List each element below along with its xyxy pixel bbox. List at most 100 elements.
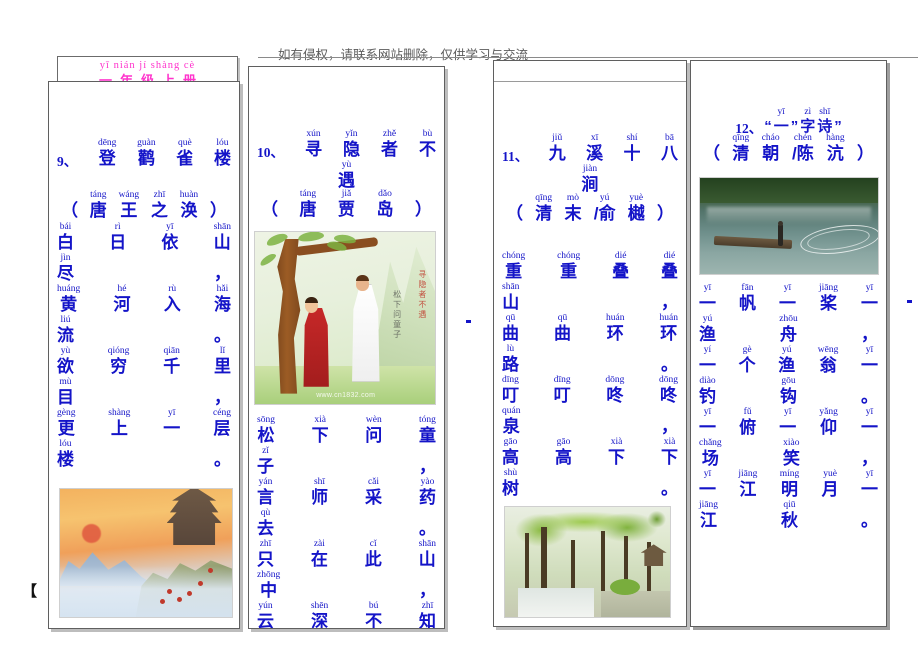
pinyin: jìn bbox=[60, 253, 71, 263]
pinyin: yī bbox=[865, 469, 874, 479]
pinyin: bái bbox=[59, 222, 72, 232]
ruby-char: zài 在 bbox=[311, 539, 328, 569]
hanzi: 一 bbox=[163, 419, 181, 438]
static-glyph: 。 bbox=[214, 450, 231, 469]
hanzi: 层 bbox=[213, 419, 231, 438]
pinyin: yù bbox=[341, 160, 352, 170]
ruby-char: yán 言 bbox=[257, 477, 274, 507]
pinyin: fǔ bbox=[743, 407, 752, 417]
hanzi: 月 bbox=[821, 480, 839, 499]
ruby-char: yuè 月 bbox=[822, 469, 839, 499]
ruby-char: dōng 咚 bbox=[605, 375, 624, 405]
hanzi: 岛 bbox=[376, 200, 394, 219]
ruby-char: mù 目 bbox=[57, 377, 74, 407]
hanzi: 叠 bbox=[660, 262, 678, 281]
hanzi: 沆 bbox=[826, 144, 844, 163]
ruby-char: gōu 钩 bbox=[780, 376, 797, 406]
poem-1-verse-block: bái 白 rì 日 yī 依 shān 山 jìn 尽， huáng 黄 hé 河 rù 入 hǎi 海 liú 流… bbox=[51, 222, 237, 470]
hanzi: 贾 bbox=[338, 200, 355, 219]
ruby-char: dǎo 岛 bbox=[377, 189, 394, 219]
hanzi: 秋 bbox=[781, 511, 798, 530]
ruby-char: chén/陈 bbox=[792, 133, 814, 163]
hanzi: 场 bbox=[701, 449, 719, 468]
ruby-char: hàng 沆 bbox=[826, 133, 844, 163]
pinyin: táng bbox=[299, 189, 317, 199]
hanzi: 问 bbox=[365, 426, 383, 445]
blue-tick-right bbox=[907, 300, 912, 303]
hanzi: 松 bbox=[257, 426, 275, 445]
poem-title-line: yù 遇 bbox=[257, 160, 436, 190]
ruby-char: lǐ 里 bbox=[214, 346, 231, 376]
pinyin: chén bbox=[793, 133, 812, 143]
pinyin: xún bbox=[306, 129, 321, 139]
static-glyph: 。 bbox=[661, 479, 678, 498]
hanzi: 下 bbox=[608, 448, 625, 467]
verse-line: yù 欲 qióng 穷 qiān 千 lǐ 里 bbox=[57, 346, 231, 376]
hanzi: 流 bbox=[57, 326, 74, 345]
ruby-char: dié 叠 bbox=[661, 251, 678, 281]
ruby-char: yī 一 bbox=[861, 469, 878, 499]
ruby-char: dōng 咚 bbox=[659, 375, 678, 405]
poem-card-3[interactable]: 11、 jiǔ 九 xī 溪 shí 十 bā 八 jiàn 涧 （ qīng 清 mò 末 yú/俞 yuè 樾… bbox=[493, 60, 687, 627]
poem-2-verse-block: sōng 松 xià 下 wèn 问 tóng 童 zǐ 子， yán 言 shī 师 cǎi 采 yào 药 qù… bbox=[251, 415, 442, 628]
hanzi: 渔 bbox=[778, 356, 796, 375]
poem-author-line: （ qīng 清 mò 末 yú/俞 yuè 樾 ） bbox=[502, 193, 678, 223]
hanzi: 入 bbox=[163, 295, 181, 314]
hanzi: 渔 bbox=[699, 325, 716, 344]
poem-1-illustration bbox=[59, 488, 233, 618]
hanzi: 溪 bbox=[586, 144, 604, 163]
hanzi: 钓 bbox=[699, 387, 716, 406]
hanzi: 树 bbox=[502, 479, 519, 498]
ruby-char: yī 一 bbox=[699, 469, 716, 499]
poem-card-4[interactable]: 12、 “yī 一” zì 字 shī 诗” （qīng 清 cháo 朝 chén/陈 hàng 沆）… bbox=[690, 60, 887, 627]
poem-author-line: （ táng 唐 jiǎ 贾 dǎo 岛 ） bbox=[257, 189, 436, 219]
ruby-char: bā 八 bbox=[661, 133, 678, 163]
ruby-char: dīng 叮 bbox=[502, 375, 519, 405]
pinyin: dié bbox=[614, 251, 627, 261]
pinyin: yī bbox=[168, 408, 176, 418]
hanzi: 师 bbox=[311, 488, 328, 507]
ruby-char: qū 曲 bbox=[502, 313, 519, 343]
hanzi: 叮 bbox=[553, 386, 571, 405]
pinyin: yuè bbox=[823, 469, 837, 479]
ruby-char: cháo 朝 bbox=[762, 133, 780, 163]
ruby-char: chóng 重 bbox=[502, 251, 525, 281]
verse-line: huáng 黄 hé 河 rù 入 hǎi 海 bbox=[57, 284, 231, 314]
pinyin: zhōu bbox=[779, 314, 798, 324]
ruby-char: táng 唐 bbox=[300, 189, 317, 219]
pinyin: yú bbox=[702, 314, 713, 324]
pinyin: yī bbox=[783, 283, 792, 293]
pinyin: dōng bbox=[658, 375, 678, 385]
static-glyph: ） bbox=[656, 204, 674, 223]
ruby-char: bù 不 bbox=[419, 129, 436, 159]
hanzi: 一 bbox=[861, 294, 878, 313]
pinyin: hé bbox=[117, 284, 127, 294]
pinyin: dīng bbox=[502, 375, 519, 385]
pinyin: zài bbox=[313, 539, 325, 549]
static-glyph: 。 bbox=[861, 387, 878, 406]
ruby-char: zhī 只 bbox=[257, 539, 274, 569]
static-glyph: ， bbox=[214, 388, 231, 407]
pinyin: yī bbox=[703, 283, 712, 293]
poem-card-1[interactable]: 9、 dēng 登 guàn 鹳 què 雀 lóu 楼 （táng 唐 wáng 王 zhī 之 huàn… bbox=[48, 81, 240, 629]
hanzi: 江 bbox=[739, 480, 757, 499]
top-rule bbox=[258, 57, 918, 58]
poem-card-1-inner: 9、 dēng 登 guàn 鹳 què 雀 lóu 楼 （táng 唐 wáng 王 zhī 之 huàn… bbox=[49, 82, 239, 628]
hanzi: 千 bbox=[163, 357, 181, 376]
pinyin: hàng bbox=[826, 133, 845, 143]
poem-card-2[interactable]: 10、 xún 寻 yǐn 隐 zhě 者 bù 不 yù 遇 （táng 唐 jiǎ 贾 dǎo 岛） bbox=[248, 66, 445, 629]
hanzi: 河 bbox=[113, 295, 131, 314]
pinyin: qīng bbox=[732, 133, 750, 143]
hanzi: 翁 bbox=[819, 356, 837, 375]
pinyin: bù bbox=[422, 129, 433, 139]
verse-line: yí 一 gè 个 yú 渔 wēng 翁 yī 一 bbox=[699, 345, 878, 375]
ruby-char: tóng 童 bbox=[419, 415, 436, 445]
hanzi: 鹳 bbox=[137, 149, 155, 168]
ruby-char: xiào 笑 bbox=[783, 438, 800, 468]
pinyin: dīng bbox=[553, 375, 571, 385]
ruby-char: huàn 涣 bbox=[180, 190, 198, 220]
poem-card-2-inner: 10、 xún 寻 yǐn 隐 zhě 者 bù 不 yù 遇 （táng 唐 jiǎ 贾 dǎo 岛） bbox=[249, 67, 444, 628]
hanzi: 一 bbox=[699, 294, 716, 313]
hanzi: 白 bbox=[57, 233, 74, 252]
poem-4-author-block: （ qīng 清 cháo 朝 chén/陈 hàng 沆 ） bbox=[693, 133, 884, 164]
